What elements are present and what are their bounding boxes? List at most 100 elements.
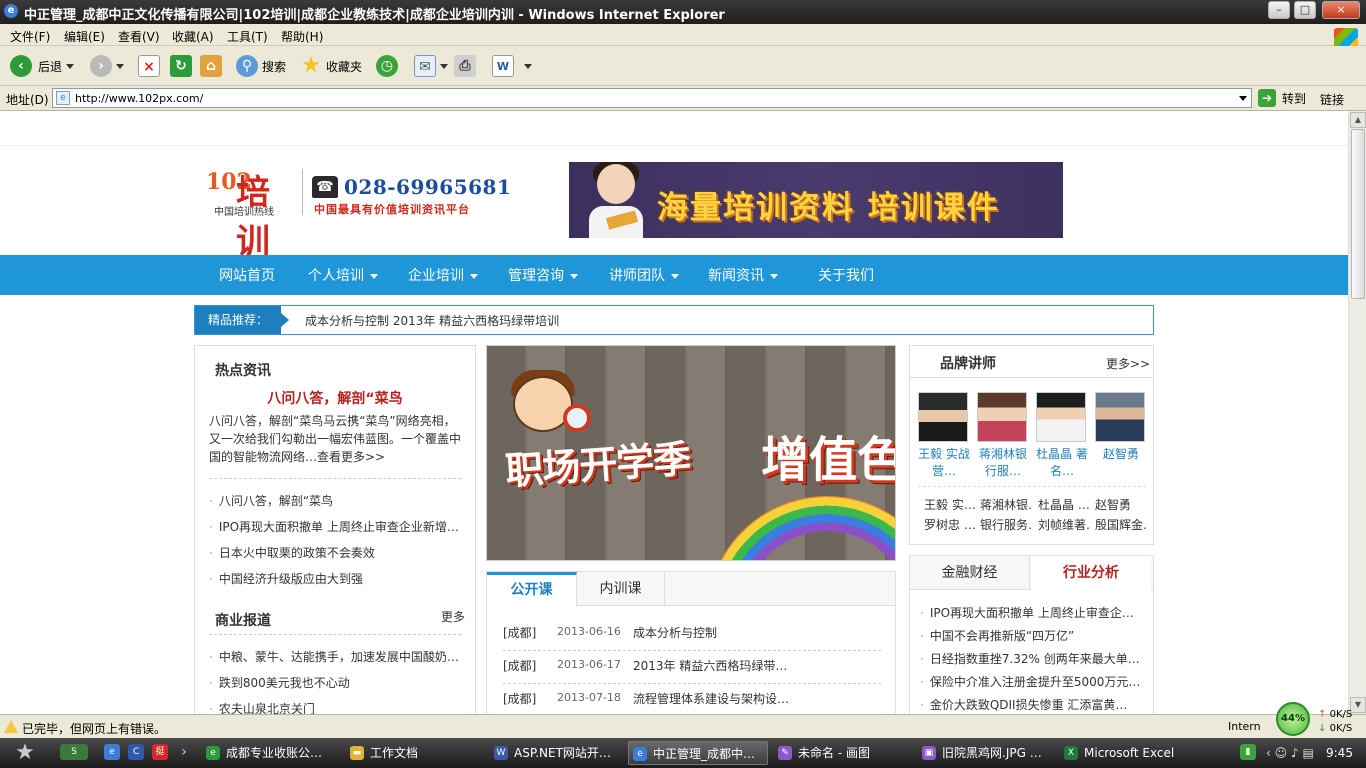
tab-public-course[interactable]: 公开课	[487, 572, 577, 606]
tab-industry-analysis[interactable]: 行业分析	[1031, 556, 1151, 591]
hot-description[interactable]: 八问八答，解剖“菜鸟马云携“菜鸟”网络亮相，又一次给我们勾勒出一幅宏伟蓝图。一个…	[209, 412, 461, 466]
lecturer-link[interactable]: 赵智勇	[1095, 496, 1147, 513]
lecturer-link[interactable]: 刘帧维著…	[1038, 516, 1090, 533]
menu-help[interactable]: 帮助(H)	[281, 28, 323, 45]
close-button[interactable]: ×	[1322, 1, 1360, 19]
minimize-button[interactable]: –	[1268, 1, 1290, 19]
lecturer-link[interactable]: 杜晶晶 …	[1038, 496, 1090, 513]
chevron-down-icon[interactable]	[1239, 96, 1247, 101]
list-item[interactable]: 日本火中取栗的政策不会奏效	[209, 544, 465, 561]
menu-edit[interactable]: 编辑(E)	[64, 28, 105, 45]
scroll-up-icon[interactable]: ▲	[1350, 112, 1366, 128]
chevron-down-icon[interactable]	[440, 63, 448, 69]
chevron-down-icon[interactable]	[524, 63, 532, 69]
taskbar-item[interactable]: ▬ 工作文档	[346, 741, 482, 765]
stop-button[interactable]: ×	[138, 54, 160, 78]
course-row[interactable]: [成都] 2013-07-18 流程管理体系建设与架构设…	[503, 690, 883, 714]
nav-about[interactable]: 关于我们	[818, 265, 874, 285]
links-button[interactable]: 链接	[1320, 91, 1344, 108]
ad-banner[interactable]: 海量培训资料 培训课件	[569, 162, 1063, 238]
hot-headline[interactable]: 八问八答，解剖“菜鸟	[195, 388, 475, 408]
go-button[interactable]: ➔ 转到	[1258, 89, 1306, 107]
scrollbar-thumb[interactable]	[1351, 129, 1365, 299]
lecturer-photo[interactable]	[1095, 392, 1145, 442]
quicklaunch-ie-icon[interactable]: e	[104, 744, 120, 760]
tab-inhouse-course[interactable]: 内训课	[577, 572, 665, 606]
nav-lecturers[interactable]: 讲师团队	[609, 265, 679, 285]
tab-finance[interactable]: 金融财经	[910, 556, 1030, 590]
volume-icon[interactable]: ♪	[1291, 746, 1299, 760]
maximize-button[interactable]: □	[1294, 1, 1316, 19]
list-item[interactable]: 跌到800美元我也不心动	[209, 674, 465, 691]
lecturer-card[interactable]: 王毅 实战营…	[918, 392, 970, 480]
refresh-button[interactable]: ↻	[170, 54, 192, 78]
warning-icon[interactable]	[4, 720, 18, 733]
course-row[interactable]: [成都] 2013-06-17 2013年 精益六西格玛绿带…	[503, 657, 883, 681]
lecturers-more-link[interactable]: 更多>>	[1106, 355, 1150, 372]
lecturer-name[interactable]: 蒋湘林银行服…	[977, 446, 1029, 480]
lecturer-link[interactable]: 殷国辉金…	[1095, 516, 1147, 533]
menu-favorites[interactable]: 收藏(A)	[172, 28, 214, 45]
list-item[interactable]: 日经指数重挫7.32% 创两年来最大单…	[920, 650, 1146, 667]
address-input[interactable]: e http://www.102px.com/	[52, 88, 1252, 108]
course-title[interactable]: 流程管理体系建设与架构设…	[633, 690, 789, 707]
taskbar-item[interactable]: ▣ 旧院黑鸡网.JPG …	[918, 741, 1054, 765]
list-item[interactable]: 农夫山泉北京关门	[209, 700, 465, 714]
taskbar-item[interactable]: ✎ 未命名 - 画图	[774, 741, 910, 765]
clock[interactable]: 9:45	[1326, 746, 1353, 760]
business-more-link[interactable]: 更多	[441, 608, 465, 625]
mail-button[interactable]: ✉	[414, 54, 448, 78]
lecturer-photo[interactable]	[1036, 392, 1086, 442]
menu-view[interactable]: 查看(V)	[118, 28, 160, 45]
lecturer-link[interactable]: 蒋湘林银…	[980, 496, 1032, 513]
search-button[interactable]: ⚲ 搜索	[236, 54, 286, 78]
menu-file[interactable]: 文件(F)	[10, 28, 50, 45]
back-button[interactable]: ‹ 后退	[10, 54, 75, 78]
network-icon[interactable]: ▤	[1302, 746, 1313, 760]
lecturer-name[interactable]: 杜晶晶 著名…	[1036, 446, 1088, 480]
chevron-down-icon[interactable]	[116, 63, 124, 69]
quicklaunch-app-icon[interactable]: S	[60, 744, 88, 760]
course-row[interactable]: [成都] 2013-06-16 成本分析与控制	[503, 624, 883, 648]
lecturer-card[interactable]: 赵智勇	[1095, 392, 1147, 463]
lecturer-link[interactable]: 罗树忠 …	[924, 516, 976, 533]
course-title[interactable]: 2013年 精益六西格玛绿带…	[633, 657, 787, 674]
list-item[interactable]: IPO再现大面积撤单 上周终止审查企业新增…	[209, 518, 465, 535]
lecturer-link[interactable]: 银行服务…	[980, 516, 1032, 533]
tray-user-icon[interactable]: ☺	[1275, 746, 1288, 760]
list-item[interactable]: 中国不会再推新版“四万亿”	[920, 627, 1146, 644]
lecturer-card[interactable]: 蒋湘林银行服…	[977, 392, 1029, 480]
course-title[interactable]: 成本分析与控制	[633, 624, 717, 641]
vertical-scrollbar[interactable]: ▲ ▼	[1348, 111, 1366, 714]
taskbar-item[interactable]: e 成都专业收账公…	[202, 741, 338, 765]
quicklaunch-browser-icon[interactable]: C	[128, 744, 144, 760]
taskbar-item-active[interactable]: e 中正管理_成都中…	[628, 741, 768, 765]
edit-button[interactable]: W	[492, 54, 532, 78]
lecturer-name[interactable]: 王毅 实战营…	[918, 446, 970, 480]
list-item[interactable]: 中国经济升级版应由大到强	[209, 570, 465, 587]
list-item[interactable]: 八问八答，解剖“菜鸟	[209, 492, 465, 509]
nav-home[interactable]: 网站首页	[219, 265, 275, 285]
tray-app-icon[interactable]: ▮	[1240, 744, 1256, 760]
chevron-down-icon[interactable]	[66, 63, 75, 69]
taskbar-item[interactable]: W ASP.NET网站开…	[490, 741, 620, 765]
nav-corporate-training[interactable]: 企业培训	[408, 265, 478, 285]
lecturer-card[interactable]: 杜晶晶 著名…	[1036, 392, 1088, 480]
home-button[interactable]: ⌂	[200, 54, 222, 78]
network-gauge[interactable]: 44%	[1276, 702, 1310, 736]
menu-tools[interactable]: 工具(T)	[227, 28, 268, 45]
favorites-button[interactable]: ★ 收藏夹	[300, 54, 362, 78]
start-button[interactable]: ★	[8, 740, 42, 766]
lecturer-link[interactable]: 王毅 实…	[924, 496, 976, 513]
list-item[interactable]: 保险中介准入注册金提升至5000万元…	[920, 673, 1146, 690]
recommend-text[interactable]: 成本分析与控制 2013年 精益六西格玛绿带培训	[305, 312, 559, 329]
nav-personal-training[interactable]: 个人培训	[308, 265, 378, 285]
nav-news[interactable]: 新闻资讯	[708, 265, 778, 285]
forward-button[interactable]: ›	[90, 54, 124, 78]
scroll-down-icon[interactable]: ▼	[1350, 697, 1366, 713]
history-button[interactable]: ◷	[376, 54, 398, 78]
list-item[interactable]: IPO再现大面积撤单 上周终止审查企…	[920, 604, 1146, 621]
list-item[interactable]: 金价大跌致QDII损失惨重 汇添富黄…	[920, 696, 1146, 713]
lecturer-photo[interactable]	[918, 392, 968, 442]
site-logo[interactable]: 102 培训 中国培训热线	[206, 163, 296, 262]
